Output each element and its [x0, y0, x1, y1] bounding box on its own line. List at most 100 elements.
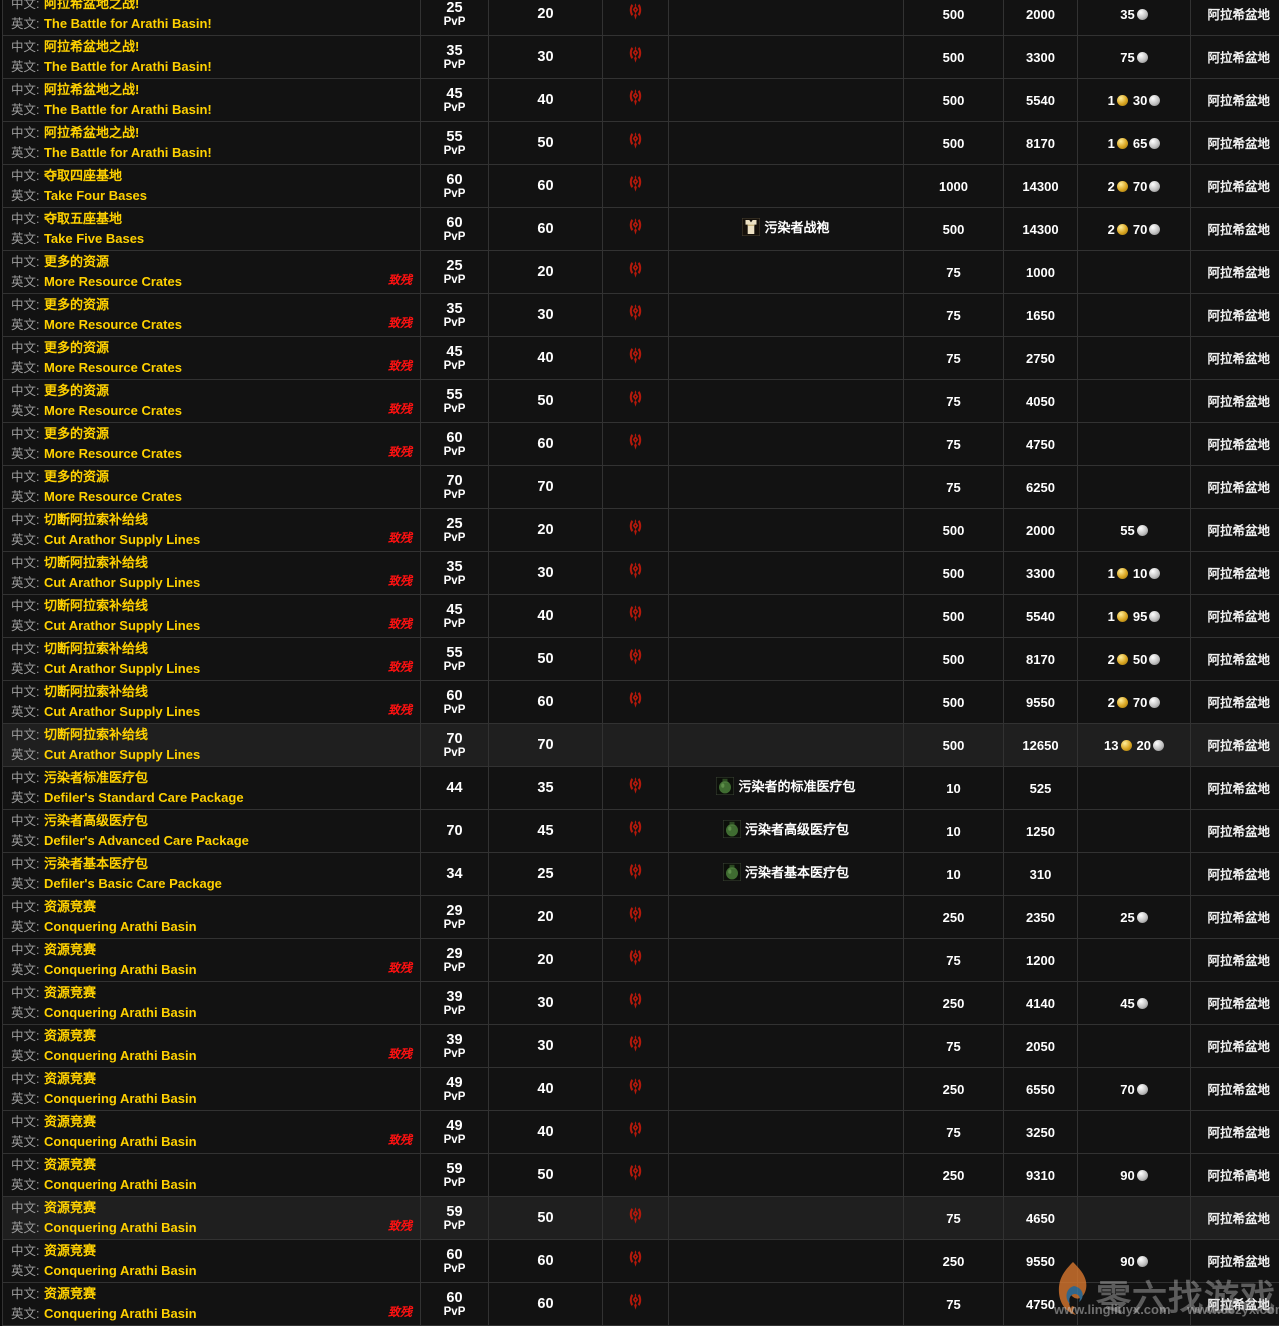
quest-link-cn[interactable]: 切断阿拉索补给线: [44, 555, 148, 570]
quest-link-cn[interactable]: 资源竞赛: [44, 1028, 96, 1043]
reward-item-link[interactable]: 污染者战袍: [742, 217, 829, 236]
quest-link-cn[interactable]: 资源竞赛: [44, 1200, 96, 1215]
location-link[interactable]: 阿拉希盆地: [1207, 782, 1270, 796]
location-link[interactable]: 阿拉希盆地: [1207, 180, 1270, 194]
quest-link-en[interactable]: More Resource Crates: [44, 317, 182, 332]
quest-link-cn[interactable]: 阿拉希盆地之战!: [44, 82, 139, 97]
quest-link-cn[interactable]: 资源竞赛: [44, 1243, 96, 1258]
quest-link-cn[interactable]: 切断阿拉索补给线: [44, 684, 148, 699]
quest-link-cn[interactable]: 更多的资源: [44, 426, 109, 441]
quest-link-en[interactable]: Cut Arathor Supply Lines: [44, 704, 200, 719]
quest-link-cn[interactable]: 切断阿拉索补给线: [44, 727, 148, 742]
quest-link-cn[interactable]: 切断阿拉索补给线: [44, 512, 148, 527]
location-link[interactable]: 阿拉希盆地: [1207, 825, 1270, 839]
reward-item-link[interactable]: 污染者基本医疗包: [723, 862, 849, 881]
location-link[interactable]: 阿拉希盆地: [1207, 1298, 1270, 1312]
location-link[interactable]: 阿拉希高地: [1207, 1169, 1270, 1183]
location-link[interactable]: 阿拉希盆地: [1207, 266, 1270, 280]
location-link[interactable]: 阿拉希盆地: [1207, 51, 1270, 65]
quest-link-en[interactable]: Take Four Bases: [44, 188, 147, 203]
quest-link-cn[interactable]: 更多的资源: [44, 254, 109, 269]
quest-link-en[interactable]: Cut Arathor Supply Lines: [44, 532, 200, 547]
quest-link-cn[interactable]: 夺取四座基地: [44, 168, 122, 183]
quest-link-cn[interactable]: 污染者高级医疗包: [44, 813, 148, 828]
quest-link-en[interactable]: Conquering Arathi Basin: [44, 1263, 197, 1278]
quest-link-en[interactable]: Conquering Arathi Basin: [44, 1220, 197, 1235]
quest-link-cn[interactable]: 切断阿拉索补给线: [44, 598, 148, 613]
location-link[interactable]: 阿拉希盆地: [1207, 223, 1270, 237]
location-link[interactable]: 阿拉希盆地: [1207, 8, 1270, 22]
quest-link-cn[interactable]: 更多的资源: [44, 469, 109, 484]
quest-link-en[interactable]: The Battle for Arathi Basin!: [44, 102, 212, 117]
quest-link-en[interactable]: Conquering Arathi Basin: [44, 962, 197, 977]
location-link[interactable]: 阿拉希盆地: [1207, 911, 1270, 925]
quest-link-en[interactable]: The Battle for Arathi Basin!: [44, 16, 212, 31]
quest-link-en[interactable]: Conquering Arathi Basin: [44, 1134, 197, 1149]
quest-link-en[interactable]: Cut Arathor Supply Lines: [44, 747, 200, 762]
quest-link-cn[interactable]: 阿拉希盆地之战!: [44, 39, 139, 54]
quest-link-en[interactable]: Conquering Arathi Basin: [44, 1306, 197, 1321]
quest-link-cn[interactable]: 更多的资源: [44, 340, 109, 355]
location-link[interactable]: 阿拉希盆地: [1207, 739, 1270, 753]
location-link[interactable]: 阿拉希盆地: [1207, 567, 1270, 581]
xp-value: 3250: [1026, 1125, 1055, 1140]
quest-link-en[interactable]: Conquering Arathi Basin: [44, 1048, 197, 1063]
quest-link-en[interactable]: The Battle for Arathi Basin!: [44, 59, 212, 74]
reward-item-link[interactable]: 污染者的标准医疗包: [716, 776, 855, 795]
quest-link-en[interactable]: Defiler's Standard Care Package: [44, 790, 244, 805]
quest-link-cn[interactable]: 夺取五座基地: [44, 211, 122, 226]
location-link[interactable]: 阿拉希盆地: [1207, 137, 1270, 151]
quest-link-cn[interactable]: 资源竞赛: [44, 1157, 96, 1172]
location-link[interactable]: 阿拉希盆地: [1207, 438, 1270, 452]
quest-link-en[interactable]: More Resource Crates: [44, 360, 182, 375]
location-link[interactable]: 阿拉希盆地: [1207, 1255, 1270, 1269]
quest-link-cn[interactable]: 资源竞赛: [44, 1114, 96, 1129]
location-link[interactable]: 阿拉希盆地: [1207, 94, 1270, 108]
quest-link-en[interactable]: Defiler's Advanced Care Package: [44, 833, 249, 848]
quest-link-cn[interactable]: 切断阿拉索补给线: [44, 641, 148, 656]
location-link[interactable]: 阿拉希盆地: [1207, 309, 1270, 323]
location-link[interactable]: 阿拉希盆地: [1207, 1212, 1270, 1226]
quest-link-cn[interactable]: 污染者基本医疗包: [44, 856, 148, 871]
quest-link-en[interactable]: More Resource Crates: [44, 446, 182, 461]
location-link[interactable]: 阿拉希盆地: [1207, 696, 1270, 710]
location-link[interactable]: 阿拉希盆地: [1207, 954, 1270, 968]
quest-link-en[interactable]: Conquering Arathi Basin: [44, 1091, 197, 1106]
location-link[interactable]: 阿拉希盆地: [1207, 653, 1270, 667]
location-link[interactable]: 阿拉希盆地: [1207, 610, 1270, 624]
quest-link-en[interactable]: Conquering Arathi Basin: [44, 919, 197, 934]
quest-link-en[interactable]: The Battle for Arathi Basin!: [44, 145, 212, 160]
location-link[interactable]: 阿拉希盆地: [1207, 1083, 1270, 1097]
quest-link-cn[interactable]: 资源竞赛: [44, 985, 96, 1000]
location-link[interactable]: 阿拉希盆地: [1207, 1126, 1270, 1140]
location-link[interactable]: 阿拉希盆地: [1207, 524, 1270, 538]
quest-link-en[interactable]: More Resource Crates: [44, 274, 182, 289]
quest-link-cn[interactable]: 资源竞赛: [44, 1071, 96, 1086]
quest-link-en[interactable]: Take Five Bases: [44, 231, 144, 246]
quest-link-cn[interactable]: 更多的资源: [44, 297, 109, 312]
location-link[interactable]: 阿拉希盆地: [1207, 1040, 1270, 1054]
quest-level: 70: [422, 731, 487, 747]
quest-link-en[interactable]: Conquering Arathi Basin: [44, 1005, 197, 1020]
location-link[interactable]: 阿拉希盆地: [1207, 481, 1270, 495]
quest-link-cn[interactable]: 资源竞赛: [44, 942, 96, 957]
quest-link-cn[interactable]: 阿拉希盆地之战!: [44, 125, 139, 140]
quest-link-cn[interactable]: 阿拉希盆地之战!: [44, 0, 139, 11]
quest-link-cn[interactable]: 更多的资源: [44, 383, 109, 398]
quest-link-en[interactable]: Conquering Arathi Basin: [44, 1177, 197, 1192]
quest-link-en[interactable]: Cut Arathor Supply Lines: [44, 575, 200, 590]
location-link[interactable]: 阿拉希盆地: [1207, 352, 1270, 366]
location-link[interactable]: 阿拉希盆地: [1207, 868, 1270, 882]
quest-link-cn[interactable]: 资源竞赛: [44, 899, 96, 914]
location-link[interactable]: 阿拉希盆地: [1207, 395, 1270, 409]
quest-link-cn[interactable]: 资源竞赛: [44, 1286, 96, 1301]
quest-link-cn[interactable]: 污染者标准医疗包: [44, 770, 148, 785]
quest-link-en[interactable]: Cut Arathor Supply Lines: [44, 618, 200, 633]
reward-item-link[interactable]: 污染者高级医疗包: [723, 819, 849, 838]
quest-link-en[interactable]: Defiler's Basic Care Package: [44, 876, 222, 891]
quest-link-en[interactable]: More Resource Crates: [44, 403, 182, 418]
pvp-badge: PvP: [422, 532, 487, 545]
quest-link-en[interactable]: Cut Arathor Supply Lines: [44, 661, 200, 676]
quest-link-en[interactable]: More Resource Crates: [44, 489, 182, 504]
location-link[interactable]: 阿拉希盆地: [1207, 997, 1270, 1011]
